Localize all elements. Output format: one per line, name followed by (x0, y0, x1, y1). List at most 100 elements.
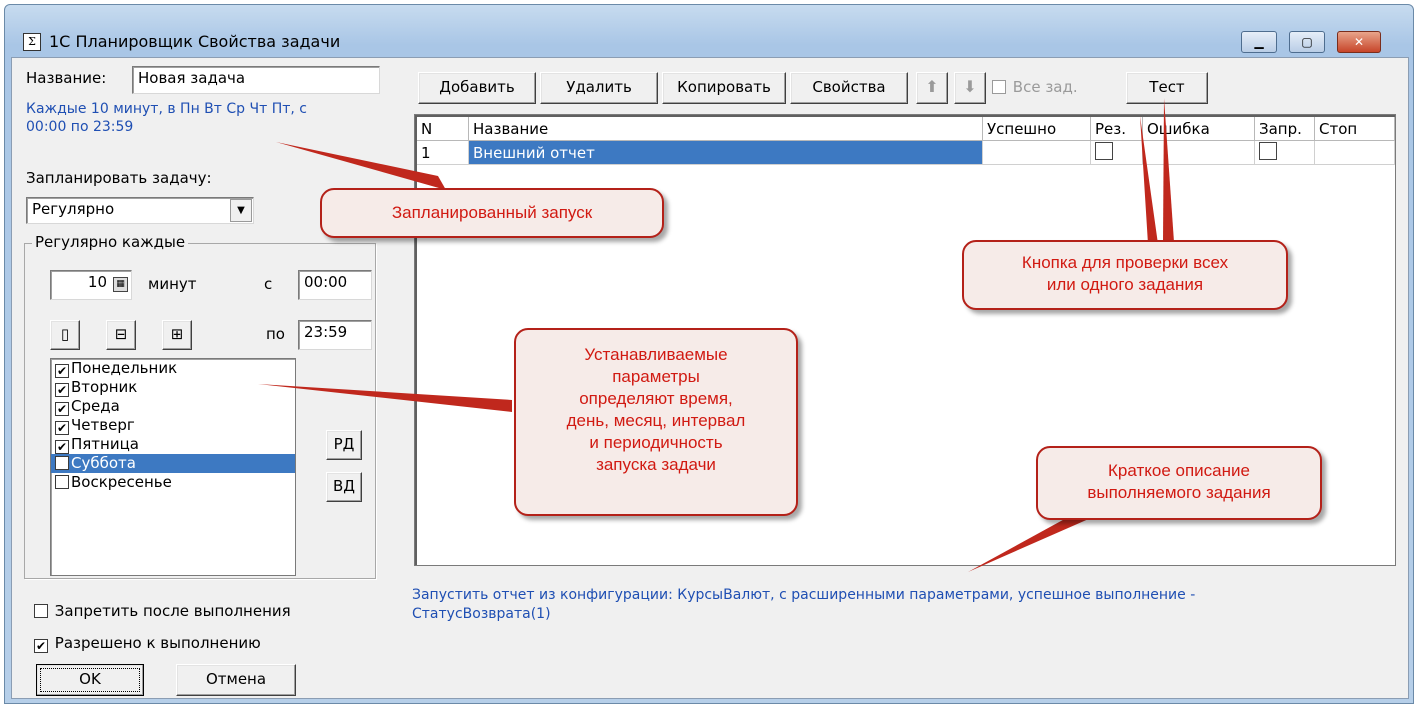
checkbox-unchecked-icon[interactable] (55, 475, 69, 489)
checkbox-unchecked-icon[interactable] (1095, 142, 1113, 160)
day-label: Понедельник (71, 359, 178, 377)
list-item[interactable]: ✔ Понедельник (51, 359, 295, 378)
copy-button[interactable]: Копировать (662, 72, 786, 104)
delete-button[interactable]: Удалить (540, 72, 658, 104)
checkbox-unchecked-icon[interactable] (55, 456, 69, 470)
weekday-list[interactable]: ✔ Понедельник ✔ Вторник ✔ Среда ✔ Четверг ✔ П… (50, 358, 296, 576)
task-description-line1: Запустить отчет из конфигурации: КурсыВа… (412, 587, 1196, 603)
from-time-input[interactable]: 00:00 (298, 270, 372, 300)
day-label: Среда (71, 397, 120, 415)
interval-value: 10 (87, 273, 107, 291)
list-item[interactable]: ✔ Пятница (51, 435, 295, 454)
allowed-to-run-option[interactable]: ✔ Разрешено к выполнению (34, 634, 261, 653)
properties-button[interactable]: Свойства (790, 72, 908, 104)
checkbox-unchecked-icon[interactable] (34, 604, 48, 618)
column-header-stop[interactable]: Стоп (1315, 117, 1395, 141)
checkbox-checked-icon[interactable]: ✔ (55, 421, 69, 435)
callout-params-line3: определяют время, (579, 389, 733, 408)
checkbox-checked-icon[interactable]: ✔ (55, 440, 69, 454)
task-description-line2: СтатусВозврата(1) (412, 606, 551, 622)
arrow-down-icon[interactable]: ⬇ (954, 72, 986, 104)
list-item-selected[interactable]: Суббота (51, 454, 295, 473)
cell-name[interactable]: Внешний отчет (469, 141, 983, 165)
checkbox-unchecked-icon[interactable] (992, 80, 1006, 94)
regular-group-title: Регулярно каждые (32, 233, 189, 251)
list-item[interactable]: ✔ Среда (51, 397, 295, 416)
chevron-down-icon[interactable]: ▼ (230, 199, 252, 222)
title-bar[interactable]: Σ 1С Планировщик Свойства задачи ▁ ▢ ✕ (5, 5, 1413, 55)
to-time-input[interactable]: 23:59 (298, 320, 372, 350)
cell-forbid[interactable] (1255, 141, 1315, 165)
callout-parameters: Устанавливаемые параметры определяют вре… (514, 328, 798, 516)
list-item[interactable]: Воскресенье (51, 473, 295, 492)
callout-params-line1: Устанавливаемые (584, 345, 728, 364)
schedule-summary-line1: Каждые 10 минут, в Пн Вт Ср Чт Пт, с (26, 101, 307, 117)
column-header-result[interactable]: Рез. (1091, 117, 1143, 141)
callout-desc-line1: Краткое описание (1108, 461, 1250, 480)
window-title: 1С Планировщик Свойства задачи (49, 32, 341, 51)
close-button[interactable]: ✕ (1337, 31, 1381, 53)
checkbox-checked-icon[interactable]: ✔ (55, 383, 69, 397)
callout-description: Краткое описание выполняемого задания (1036, 446, 1322, 520)
app-icon: Σ (23, 33, 41, 51)
checkbox-checked-icon[interactable]: ✔ (55, 402, 69, 416)
column-header-name[interactable]: Название (469, 117, 983, 141)
cell-stop[interactable] (1315, 141, 1395, 165)
column-header-n[interactable]: N (417, 117, 469, 141)
column-header-forbid[interactable]: Запр. (1255, 117, 1315, 141)
all-tasks-option[interactable]: Все зад. (992, 78, 1078, 96)
column-header-error[interactable]: Ошибка (1143, 117, 1255, 141)
from-label: с (264, 275, 273, 293)
callout-params-line5: и периодичность (589, 433, 723, 452)
checkbox-checked-icon[interactable]: ✔ (55, 364, 69, 378)
bracket-icon[interactable]: ⊟ (106, 320, 136, 350)
callout-params-line2: параметры (612, 367, 700, 386)
callout-test-button: Кнопка для проверки всех или одного зада… (962, 240, 1288, 310)
cell-result[interactable] (1091, 141, 1143, 165)
list-item[interactable]: ✔ Четверг (51, 416, 295, 435)
checkbox-unchecked-icon[interactable] (1259, 142, 1277, 160)
add-button[interactable]: Добавить (418, 72, 536, 104)
interval-unit-label: минут (148, 275, 197, 293)
forbid-after-run-label: Запретить после выполнения (54, 602, 291, 620)
day-label: Вторник (71, 378, 138, 396)
bracket-day-icon[interactable]: ▯ (50, 320, 80, 350)
cell-success[interactable] (983, 141, 1091, 165)
weekend-button[interactable]: ВД (326, 472, 362, 502)
schedule-summary-line2: 00:00 по 23:59 (26, 119, 134, 135)
callout-desc-line2: выполняемого задания (1087, 483, 1271, 502)
ok-button[interactable]: OK (36, 664, 144, 696)
all-tasks-label: Все зад. (1012, 78, 1078, 96)
test-button[interactable]: Тест (1126, 72, 1208, 104)
to-label: по (266, 325, 285, 343)
interval-input[interactable]: 10 ▦ (50, 270, 132, 300)
task-name-input[interactable]: Новая задача (132, 66, 380, 94)
maximize-button[interactable]: ▢ (1289, 31, 1325, 53)
column-header-success[interactable]: Успешно (983, 117, 1091, 141)
checkbox-checked-icon[interactable]: ✔ (34, 639, 48, 653)
schedule-mode-value: Регулярно (32, 200, 115, 218)
arrow-up-icon[interactable]: ⬆ (916, 72, 948, 104)
calculator-icon[interactable]: ▦ (113, 277, 128, 292)
name-label: Название: (26, 69, 107, 87)
day-label: Четверг (71, 416, 135, 434)
callout-params-line4: день, месяц, интервал (566, 411, 746, 430)
callout-test-line1: Кнопка для проверки всех (1021, 253, 1229, 272)
schedule-label: Запланировать задачу: (26, 169, 212, 187)
allowed-to-run-label: Разрешено к выполнению (54, 634, 261, 652)
day-label: Суббота (71, 454, 136, 472)
cancel-button[interactable]: Отмена (176, 664, 296, 696)
minimize-button[interactable]: ▁ (1241, 31, 1277, 53)
forbid-after-run-option[interactable]: Запретить после выполнения (34, 602, 291, 620)
callout-test-line2: или одного задания (1046, 275, 1204, 294)
callout-params-line6: запуска задачи (596, 455, 716, 474)
grid-icon[interactable]: ⊞ (162, 320, 192, 350)
list-item[interactable]: ✔ Вторник (51, 378, 295, 397)
day-label: Воскресенье (71, 473, 172, 491)
workdays-button[interactable]: РД (326, 430, 362, 460)
cell-n[interactable]: 1 (417, 141, 469, 165)
schedule-mode-select[interactable]: Регулярно ▼ (26, 197, 254, 224)
day-label: Пятница (71, 435, 139, 453)
cell-error[interactable] (1143, 141, 1255, 165)
callout-scheduled: Запланированный запуск (320, 188, 664, 238)
